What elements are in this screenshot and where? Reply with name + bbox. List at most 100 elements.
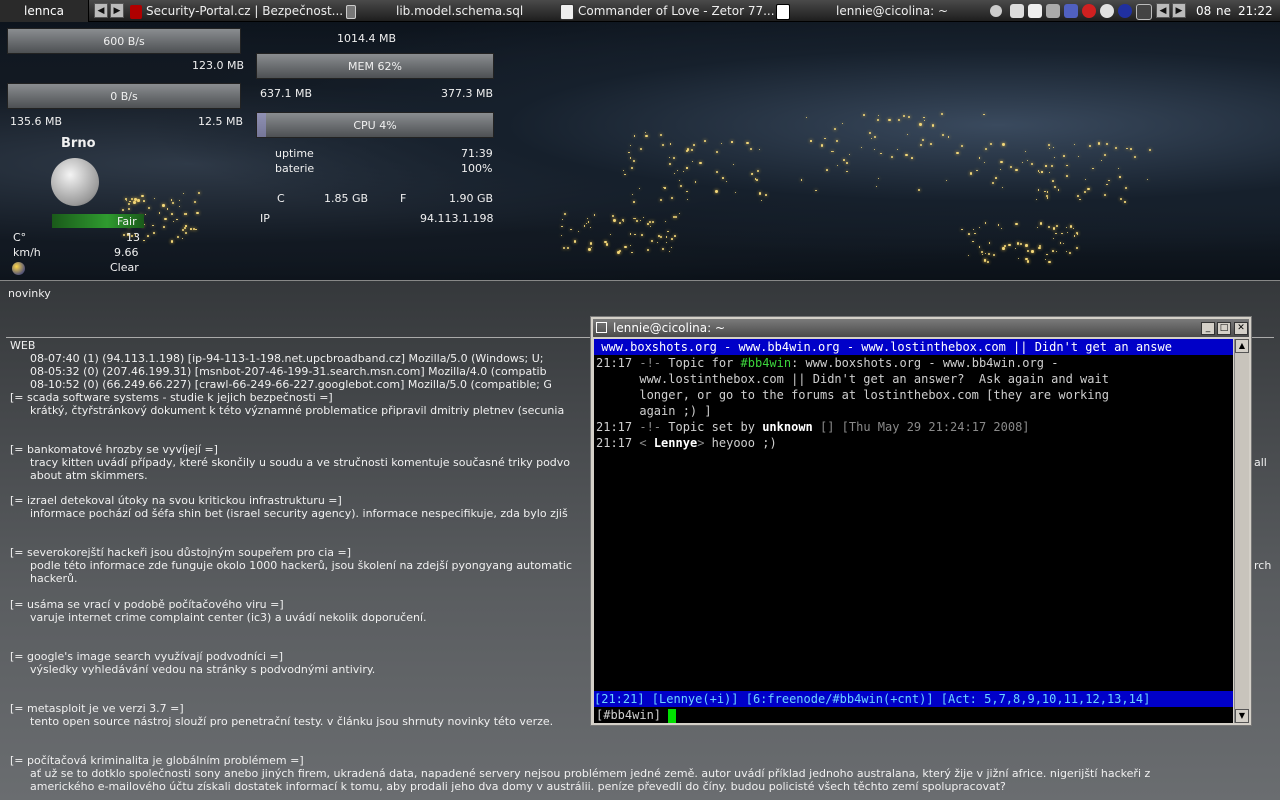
city-light — [1027, 159, 1029, 161]
city-light — [672, 156, 675, 159]
city-light — [1069, 252, 1072, 255]
news-headline[interactable]: [= bankomatové hrozby se vyvíjejí =] — [10, 443, 218, 456]
city-light — [1038, 171, 1040, 173]
city-light — [765, 194, 767, 196]
media-icon — [560, 3, 574, 20]
city-light — [974, 232, 976, 235]
news-headline[interactable]: [= google's image search využívají podvo… — [10, 650, 283, 663]
task-security-portal[interactable]: Security-Portal.cz | Bezpečnost... — [130, 0, 342, 22]
city-light — [1148, 148, 1151, 152]
scroll-up-arrow-icon[interactable]: ▲ — [1235, 339, 1249, 353]
workspace-name[interactable]: lennca — [0, 0, 89, 22]
clock-time[interactable]: 21:22 — [1238, 0, 1273, 22]
city-light — [624, 174, 626, 176]
news-headline[interactable]: [= izrael detekoval útoky na svou kritic… — [10, 494, 342, 507]
city-light — [750, 173, 753, 175]
red-shield-icon — [130, 4, 142, 19]
city-light — [1079, 198, 1081, 201]
city-light — [1031, 162, 1034, 165]
tray-list-icon[interactable] — [1010, 4, 1024, 18]
news-headline[interactable]: [= počítačová kriminalita je globálním p… — [10, 754, 304, 767]
irc-bracket: < — [639, 436, 647, 450]
city-light — [143, 239, 146, 242]
mem-gauge: MEM 62% — [256, 53, 494, 79]
city-light — [629, 244, 631, 246]
city-light — [189, 228, 192, 230]
irc-input-line[interactable]: [#bb4win] — [596, 707, 677, 723]
city-light — [122, 233, 126, 237]
city-light — [1105, 142, 1108, 145]
task-terminal[interactable]: lennie@cicolina: ~ — [776, 0, 986, 22]
tray-wifi-icon[interactable] — [1046, 4, 1060, 18]
terminal-titlebar[interactable]: lennie@cicolina: ~ _ □ ✕ — [593, 319, 1249, 337]
maximize-button[interactable]: □ — [1217, 322, 1231, 335]
city-light — [908, 116, 910, 119]
city-light — [1004, 245, 1007, 247]
tray-red-icon[interactable] — [1082, 4, 1096, 18]
news-body: krátký, čtyřstránkový dokument k této vý… — [30, 404, 565, 417]
net-up-total: 12.5 MB — [198, 115, 244, 128]
city-light — [930, 143, 933, 146]
city-light — [153, 197, 155, 199]
tray-dot-icon[interactable] — [990, 5, 1002, 17]
city-light — [664, 187, 666, 189]
city-light — [1027, 249, 1030, 253]
city-light — [646, 248, 649, 251]
tray-clipboard-icon[interactable] — [1028, 4, 1042, 18]
city-light — [997, 224, 999, 226]
net-down-gauge: 600 B/s — [7, 28, 241, 54]
city-light — [662, 247, 665, 250]
desktop-wallpaper: 600 B/s 123.0 MB 0 B/s 135.6 MB 12.5 MB … — [0, 22, 1280, 280]
city-light — [986, 261, 989, 264]
city-light — [923, 117, 925, 119]
tray-power-icon[interactable] — [1136, 4, 1152, 20]
close-button[interactable]: ✕ — [1234, 322, 1248, 335]
city-light — [629, 156, 632, 159]
city-light — [1108, 180, 1110, 182]
city-light — [981, 253, 983, 255]
city-light — [652, 221, 655, 224]
disk-c-value: 1.85 GB — [324, 192, 369, 205]
city-light — [931, 124, 935, 127]
tray-network-icon[interactable] — [1064, 4, 1078, 18]
next-task-arrow-icon[interactable]: ▶ — [110, 3, 124, 18]
irc-text: : www.boxshots.org - www.bb4win.org - — [791, 356, 1059, 370]
city-light — [159, 212, 161, 214]
tray-next-arrow-icon[interactable]: ▶ — [1172, 3, 1186, 18]
terminal-scrollbar[interactable]: ▲ ▼ — [1234, 339, 1249, 723]
terminal-window[interactable]: lennie@cicolina: ~ _ □ ✕ www.boxshots.or… — [590, 316, 1252, 726]
city-light — [137, 199, 140, 202]
weather-city: Brno — [61, 136, 96, 151]
task-schema-sql[interactable]: lib.model.schema.sql — [346, 0, 552, 22]
minimize-button[interactable]: _ — [1201, 322, 1215, 335]
news-headline[interactable]: [= metasploit je ve verzi 3.7 =] — [10, 702, 184, 715]
city-light — [984, 252, 986, 254]
news-body-overflow: all — [1254, 456, 1267, 469]
news-body: informace pochází od šéfa shin bet (isra… — [30, 507, 568, 520]
irc-channel: #bb4win — [740, 356, 792, 370]
city-light — [972, 240, 975, 243]
city-light — [649, 220, 652, 223]
city-light — [694, 181, 697, 183]
news-headline[interactable]: [= severokorejští hackeři jsou důstojným… — [10, 546, 351, 559]
city-light — [636, 219, 639, 222]
terminal-screen[interactable]: www.boxshots.org - www.bb4win.org - www.… — [594, 339, 1233, 723]
city-light — [800, 179, 802, 181]
city-light — [198, 192, 201, 195]
city-light — [1051, 165, 1054, 168]
scroll-down-arrow-icon[interactable]: ▼ — [1235, 709, 1249, 723]
tray-prev-arrow-icon[interactable]: ◀ — [1156, 3, 1170, 18]
city-light — [610, 233, 612, 235]
news-headline[interactable]: [= scada software systems - studie k jej… — [10, 391, 333, 404]
city-light — [1073, 235, 1076, 237]
tray-info-icon[interactable] — [1118, 4, 1132, 18]
city-light — [1076, 231, 1079, 235]
news-body: ať už se to dotklo společnosti sony aneb… — [30, 767, 1151, 780]
city-light — [194, 201, 197, 204]
tray-lifebuoy-icon[interactable] — [1100, 4, 1114, 18]
city-light — [1098, 142, 1101, 145]
city-light — [172, 201, 175, 204]
news-headline[interactable]: [= usáma se vrací v podobě počítačového … — [10, 598, 284, 611]
task-music-player[interactable]: Commander of Love - Zetor 77... — [560, 0, 774, 22]
prev-task-arrow-icon[interactable]: ◀ — [94, 3, 108, 18]
